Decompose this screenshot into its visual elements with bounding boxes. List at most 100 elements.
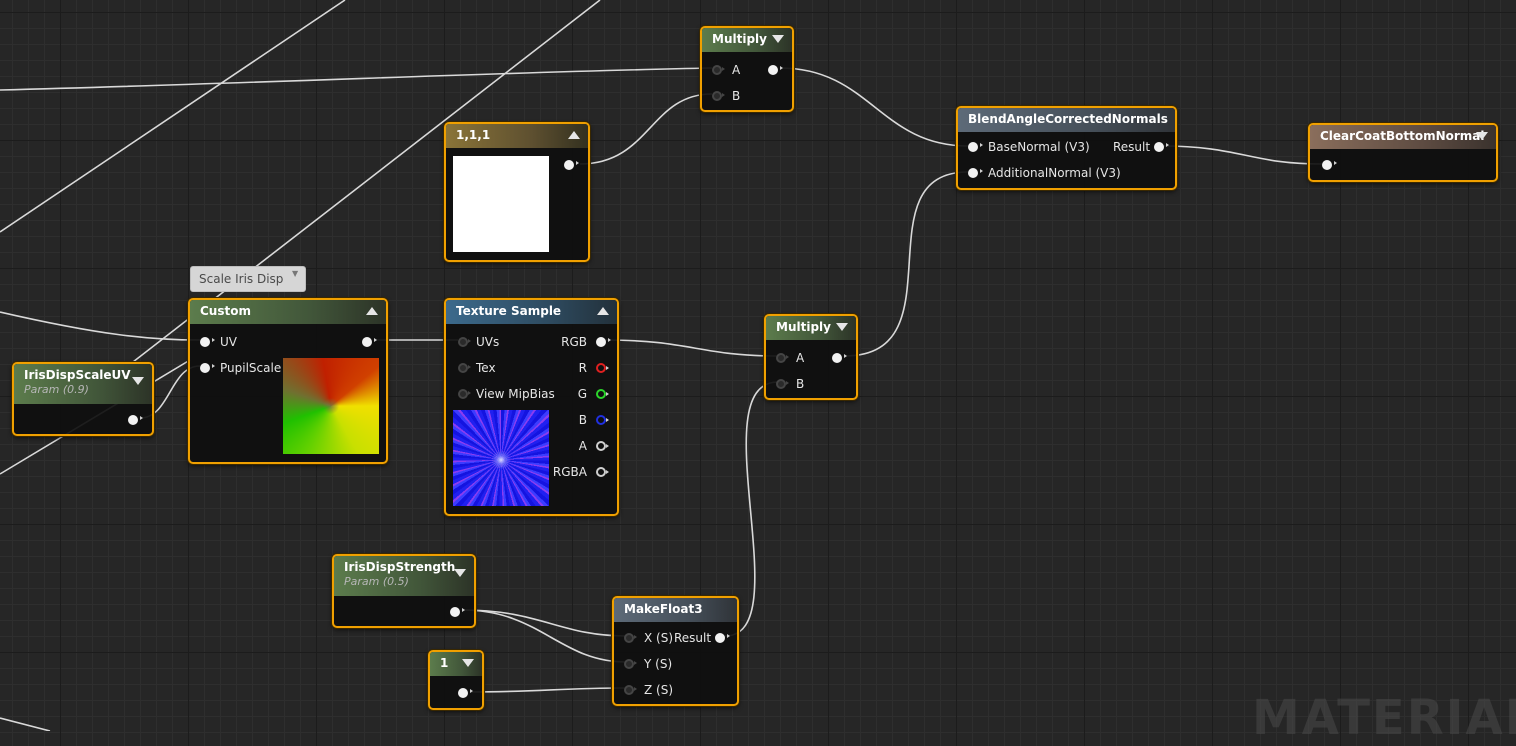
input-pin-a[interactable] bbox=[712, 65, 725, 75]
output-pin-g[interactable] bbox=[596, 389, 609, 399]
collapse-arrow-icon[interactable] bbox=[366, 307, 378, 315]
input-label-a: A bbox=[796, 351, 805, 365]
collapse-arrow-icon[interactable] bbox=[454, 569, 466, 577]
node-header[interactable]: MakeFloat3 bbox=[614, 598, 737, 622]
node-title: Multiply bbox=[776, 320, 831, 334]
input-label-b: B bbox=[732, 89, 741, 103]
input-label-tex: Tex bbox=[476, 361, 496, 375]
input-pin-uvs[interactable] bbox=[458, 337, 471, 347]
collapse-arrow-icon[interactable] bbox=[568, 131, 580, 139]
output-pin-result[interactable] bbox=[1154, 142, 1169, 152]
node-title: IrisDispScaleUV bbox=[24, 368, 131, 382]
input-pin-x[interactable] bbox=[624, 633, 637, 643]
multiply-node-top[interactable]: Multiply A B bbox=[700, 26, 794, 112]
blend-angle-corrected-normals-node[interactable]: BlendAngleCorrectedNormals BaseNormal (V… bbox=[956, 106, 1177, 190]
output-pin[interactable] bbox=[564, 160, 579, 170]
output-label-result: Result bbox=[674, 631, 712, 645]
output-pin[interactable] bbox=[832, 353, 847, 363]
wire-blend-to-clearcoat bbox=[1161, 145, 1323, 165]
input-pin-tex[interactable] bbox=[458, 363, 471, 373]
input-pin-uv[interactable] bbox=[200, 337, 215, 347]
input-pin-pupilscale[interactable] bbox=[200, 363, 215, 373]
node-header[interactable]: Custom bbox=[190, 300, 386, 324]
input-pin-z[interactable] bbox=[624, 685, 637, 695]
custom-node[interactable]: Custom UV PupilScale bbox=[188, 298, 388, 464]
wire-bg-5 bbox=[0, 311, 201, 341]
constant-node[interactable]: 1 bbox=[428, 650, 484, 710]
output-pin-result[interactable] bbox=[715, 633, 730, 643]
collapse-arrow-icon[interactable] bbox=[772, 35, 784, 43]
collapse-arrow-icon[interactable] bbox=[132, 377, 144, 385]
output-label-g: G bbox=[577, 387, 587, 401]
wire-multiply-to-blend bbox=[779, 67, 969, 147]
node-title: Custom bbox=[200, 304, 251, 318]
wire-bg-1 bbox=[0, 67, 713, 91]
output-pin-rgb[interactable] bbox=[596, 337, 611, 347]
output-pin[interactable] bbox=[458, 688, 473, 698]
wire-bg-2 bbox=[0, 0, 346, 233]
output-pin-r[interactable] bbox=[596, 363, 609, 373]
input-label-uvs: UVs bbox=[476, 335, 500, 349]
node-title: 1,1,1 bbox=[456, 128, 491, 142]
texture-preview bbox=[453, 410, 549, 506]
node-header[interactable]: Texture Sample bbox=[446, 300, 617, 324]
input-label-uv: UV bbox=[220, 335, 237, 349]
node-header[interactable]: IrisDispStrength Param (0.5) bbox=[334, 556, 474, 596]
output-label-rgba: RGBA bbox=[552, 465, 587, 479]
input-pin-y[interactable] bbox=[624, 659, 637, 669]
iris-disp-strength-node[interactable]: IrisDispStrength Param (0.5) bbox=[332, 554, 476, 628]
wire-bg-6 bbox=[0, 717, 51, 731]
input-pin-b[interactable] bbox=[712, 91, 725, 101]
output-label-b: B bbox=[578, 413, 587, 427]
collapse-arrow-icon[interactable] bbox=[462, 659, 474, 667]
input-pin-viewmipbias[interactable] bbox=[458, 389, 471, 399]
output-pin-rgba[interactable] bbox=[596, 467, 609, 477]
texture-sample-node[interactable]: Texture Sample UVs Tex View MipBias RGB … bbox=[444, 298, 619, 516]
input-label-basenormal: BaseNormal (V3) bbox=[988, 140, 1090, 154]
node-header[interactable]: BlendAngleCorrectedNormals bbox=[958, 108, 1175, 132]
output-label-a: A bbox=[578, 439, 587, 453]
input-label-x: X (S) bbox=[644, 631, 674, 645]
output-pin-a[interactable] bbox=[596, 441, 609, 451]
output-pin[interactable] bbox=[768, 65, 783, 75]
input-pin-additionalnormal[interactable] bbox=[968, 168, 983, 178]
input-pin-basenormal[interactable] bbox=[968, 142, 983, 152]
node-header[interactable]: 1,1,1 bbox=[446, 124, 588, 148]
node-title: MakeFloat3 bbox=[624, 602, 703, 616]
output-label-result: Result bbox=[1113, 140, 1151, 154]
input-label-pupilscale: PupilScale bbox=[220, 361, 282, 375]
node-header[interactable]: Multiply bbox=[766, 316, 856, 340]
output-label-rgb: RGB bbox=[561, 335, 587, 349]
multiply-node-mid[interactable]: Multiply A B bbox=[764, 314, 858, 400]
node-header[interactable]: IrisDispScaleUV Param (0.9) bbox=[14, 364, 152, 404]
input-pin[interactable] bbox=[1322, 160, 1337, 170]
clearcoat-bottom-normal-node[interactable]: ClearCoatBottomNormal bbox=[1308, 123, 1498, 182]
makefloat3-node[interactable]: MakeFloat3 X (S) Result Y (S) Z (S) bbox=[612, 596, 739, 706]
collapse-arrow-icon[interactable] bbox=[1476, 132, 1488, 140]
color-preview bbox=[453, 156, 549, 252]
collapse-arrow-icon[interactable] bbox=[597, 307, 609, 315]
node-title: BlendAngleCorrectedNormals bbox=[968, 112, 1168, 126]
input-pin-b[interactable] bbox=[776, 379, 789, 389]
comment-text: Scale Iris Disp bbox=[199, 272, 284, 286]
wire-texture-to-multiply bbox=[604, 339, 779, 357]
input-pin-a[interactable] bbox=[776, 353, 789, 363]
output-pin[interactable] bbox=[450, 607, 465, 617]
output-label-r: R bbox=[578, 361, 587, 375]
output-pin[interactable] bbox=[128, 415, 143, 425]
pin-comment-icon[interactable]: ▼ bbox=[292, 270, 300, 278]
output-pin[interactable] bbox=[362, 337, 377, 347]
graph-type-watermark: MATERIAL bbox=[1252, 690, 1516, 746]
input-label-b: B bbox=[796, 377, 805, 391]
input-label-viewmipbias: View MipBias bbox=[476, 387, 555, 401]
node-header[interactable]: ClearCoatBottomNormal bbox=[1310, 125, 1496, 149]
constant3vector-node[interactable]: 1,1,1 bbox=[444, 122, 590, 262]
node-header[interactable]: 1 bbox=[430, 652, 482, 676]
input-label-additionalnormal: AdditionalNormal (V3) bbox=[988, 166, 1121, 180]
output-pin-b[interactable] bbox=[596, 415, 609, 425]
node-comment-bubble[interactable]: Scale Iris Disp ▼ bbox=[190, 266, 306, 292]
node-title: Multiply bbox=[712, 32, 767, 46]
node-header[interactable]: Multiply bbox=[702, 28, 792, 52]
iris-disp-scale-uv-node[interactable]: IrisDispScaleUV Param (0.9) bbox=[12, 362, 154, 436]
collapse-arrow-icon[interactable] bbox=[836, 323, 848, 331]
